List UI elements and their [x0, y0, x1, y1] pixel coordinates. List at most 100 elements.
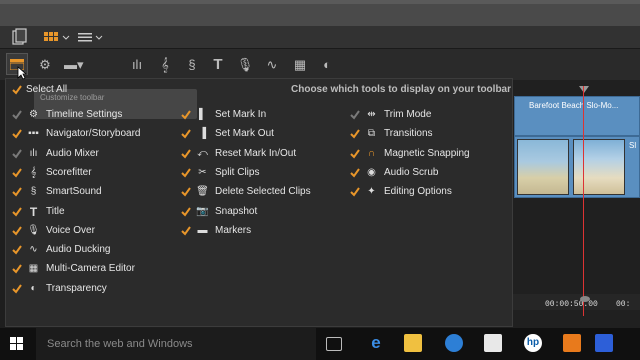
check-icon	[12, 245, 22, 255]
check-icon	[181, 110, 191, 120]
check-icon	[12, 264, 22, 274]
option-label: Audio Mixer	[46, 147, 99, 159]
hp-icon[interactable]: hp	[524, 334, 542, 352]
option-label: Reset Mark In/Out	[215, 147, 297, 159]
check-icon	[181, 149, 191, 159]
option-label: Audio Ducking	[46, 244, 111, 256]
video-clip[interactable]: Barefoot Beach Slo-Mo...	[514, 96, 640, 136]
audio-mixer-icon[interactable]: ılı	[128, 57, 146, 73]
check-icon	[350, 168, 360, 178]
panel-header: Choose which tools to display on your to…	[291, 84, 512, 95]
scrub-knob[interactable]	[580, 296, 590, 302]
trash-icon: 🗑	[196, 186, 209, 198]
marker-icon: ▬	[197, 224, 208, 236]
playhead[interactable]	[583, 86, 584, 316]
option-label: Transitions	[384, 128, 433, 140]
top-bar	[0, 0, 640, 26]
option-label: Voice Over	[46, 224, 95, 236]
clip2-label: Sl	[629, 141, 637, 150]
check-icon	[12, 168, 22, 178]
mouse-cursor	[17, 66, 27, 80]
search-box[interactable]: Search the web and Windows	[36, 328, 316, 360]
chevron-down-icon[interactable]	[95, 30, 103, 44]
check-icon	[12, 187, 22, 197]
check-icon	[12, 85, 22, 95]
title-icon[interactable]: T	[209, 57, 227, 73]
smartsound-icon: §	[30, 186, 37, 198]
scorefitter-icon: 𝄞	[30, 166, 37, 178]
video-clip-track[interactable]: Sl	[514, 136, 640, 198]
check-icon	[181, 206, 191, 217]
clip-thumbnail	[573, 139, 625, 195]
check-icon	[12, 110, 22, 120]
option-label: Title	[46, 205, 65, 217]
clip-thumbnail	[517, 139, 569, 195]
file-explorer-icon[interactable]	[404, 334, 422, 352]
gear-icon[interactable]: ⚙	[36, 57, 54, 73]
media-player-icon[interactable]	[445, 334, 463, 352]
magic-wand-icon: ✦	[367, 186, 376, 198]
scorefitter-icon[interactable]: 𝄞	[156, 57, 174, 73]
check-icon	[350, 187, 360, 197]
option-label: SmartSound	[46, 186, 102, 198]
check-icon	[181, 129, 191, 139]
multicam-icon[interactable]: ▦	[291, 57, 309, 73]
check-icon	[12, 226, 22, 236]
time-label: 00:	[616, 300, 631, 309]
smartsound-icon[interactable]: §	[183, 57, 201, 73]
chevron-down-icon[interactable]	[62, 30, 70, 44]
gear-icon: ⚙	[29, 109, 38, 120]
check-icon	[12, 149, 22, 159]
audio-scrub-icon: ◉	[367, 166, 376, 178]
option-label: Magnetic Snapping	[384, 147, 470, 159]
check-icon	[181, 226, 191, 236]
microphone-icon[interactable]: 🎙	[236, 57, 254, 73]
mark-out-icon: ▐	[198, 128, 207, 140]
option-label: Editing Options	[384, 186, 452, 198]
navigator-icon[interactable]: ▬▾	[64, 57, 84, 73]
magnet-icon: ∩	[367, 147, 376, 159]
option-label: Snapshot	[215, 205, 258, 217]
check-app-icon[interactable]	[595, 334, 613, 352]
list-view-icon[interactable]	[78, 30, 92, 44]
audio-ducking-icon[interactable]: ∿	[263, 57, 281, 73]
multicam-icon: ▦	[28, 263, 39, 275]
edge-icon[interactable]: e	[367, 334, 385, 352]
mark-in-icon: ▌	[198, 109, 207, 120]
option-label: Transparency	[46, 282, 107, 294]
timeline-area[interactable]: Barefoot Beach Slo-Mo... Sl	[512, 80, 640, 328]
grid-view-icon[interactable]	[44, 30, 58, 44]
library-icon[interactable]	[12, 28, 28, 45]
view-toolbar	[0, 26, 640, 48]
option-label: Split Clips	[215, 166, 260, 178]
microphone-icon: 🎙	[27, 224, 40, 236]
option-label: Scorefitter	[46, 166, 92, 178]
timeline-toolbar: ⚙ ▬▾ ılı 𝄞 § T 🎙 ∿ ▦ ◐	[0, 48, 640, 80]
transitions-icon: ⧉	[367, 128, 376, 140]
check-icon	[12, 284, 22, 294]
option-label: Set Mark Out	[215, 128, 274, 140]
split-clip-icon: ✂	[198, 166, 207, 178]
check-icon	[181, 168, 191, 178]
title-icon: T	[29, 204, 38, 219]
transparency-icon[interactable]: ◐	[318, 57, 336, 73]
search-placeholder: Search the web and Windows	[47, 338, 193, 350]
windows-start-icon[interactable]	[10, 337, 24, 351]
store-icon[interactable]	[484, 334, 502, 352]
clip-title: Barefoot Beach Slo-Mo...	[529, 101, 619, 110]
trim-icon: ⇹	[367, 109, 376, 120]
check-icon	[350, 110, 360, 120]
taskbar: Search the web and Windows e hp	[0, 328, 640, 360]
navigator-icon: ▪▪▪	[28, 128, 39, 140]
playhead-handle[interactable]	[579, 86, 589, 93]
time-label: 00:00:50.00	[545, 300, 598, 309]
option-label: Audio Scrub	[384, 166, 439, 178]
select-all-label: Select All	[26, 84, 68, 95]
audio-mixer-icon: ılı	[29, 147, 38, 159]
check-icon	[181, 187, 191, 197]
task-view-icon[interactable]	[326, 337, 342, 351]
check-icon	[350, 129, 360, 139]
toolbar-customize-panel: Customize toolbar Select All Choose whic…	[5, 78, 513, 327]
pinnacle-app-icon[interactable]	[563, 334, 581, 352]
option-label: Multi-Camera Editor	[46, 263, 135, 275]
